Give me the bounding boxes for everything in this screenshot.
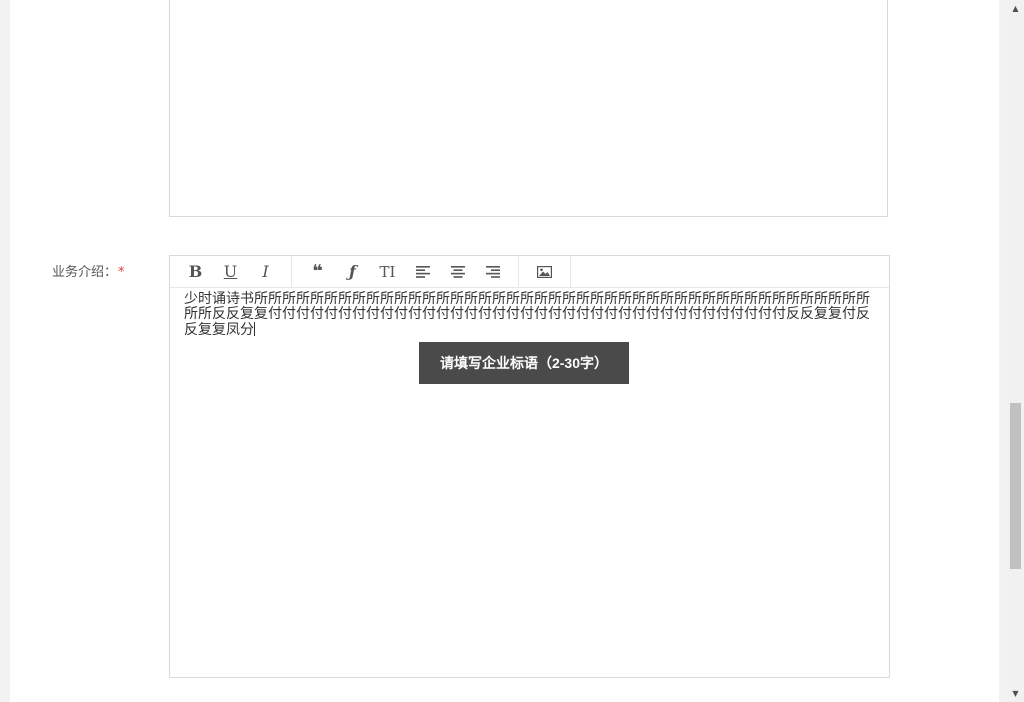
- font-icon: ƒ: [349, 262, 356, 281]
- align-right-icon: [485, 265, 500, 278]
- bold-icon: B: [188, 262, 203, 281]
- editor-content[interactable]: 少时诵诗书所所所所所所所所所所所所所所所所所所所所所所所所所所所所所所所所所所所…: [170, 288, 889, 338]
- quote-icon: ❝: [312, 261, 323, 282]
- insert-group: [519, 256, 571, 287]
- vertical-scrollbar[interactable]: ▲ ▼: [1007, 0, 1024, 702]
- validation-tooltip: 请填写企业标语（2-30字）: [419, 342, 629, 384]
- underline-icon: U: [223, 262, 238, 281]
- page: 业务介绍：* B U I ❝ ƒ TI 少时诵诗书所所所所所所所所所所所所所所所…: [10, 0, 999, 702]
- font-size-button[interactable]: TI: [370, 257, 405, 287]
- italic-icon: I: [262, 262, 269, 281]
- font-button[interactable]: ƒ: [335, 257, 370, 287]
- previous-editor-area[interactable]: [169, 0, 888, 217]
- required-mark: *: [118, 265, 125, 280]
- image-icon: [537, 265, 552, 278]
- editor-text: 少时诵诗书所所所所所所所所所所所所所所所所所所所所所所所所所所所所所所所所所所所…: [184, 291, 870, 338]
- scroll-up-arrow-icon[interactable]: ▲: [1007, 0, 1024, 17]
- scroll-down-arrow-icon[interactable]: ▼: [1007, 685, 1024, 702]
- editor-toolbar: B U I ❝ ƒ TI: [170, 256, 889, 288]
- align-left-icon: [415, 265, 430, 278]
- style-group: ❝ ƒ TI: [292, 256, 519, 287]
- bold-button[interactable]: B: [178, 257, 213, 287]
- text-caret: [254, 322, 255, 336]
- align-right-button[interactable]: [475, 257, 510, 287]
- business-intro-label: 业务介绍：*: [52, 264, 125, 282]
- business-intro-label-text: 业务介绍：: [52, 265, 118, 280]
- align-center-icon: [450, 265, 465, 278]
- tooltip-text: 请填写企业标语（2-30字）: [439, 355, 609, 371]
- business-intro-editor: B U I ❝ ƒ TI 少时诵诗书所所所所所所所所所所所所所所所所所所所所所所…: [169, 255, 890, 678]
- format-group: B U I: [170, 256, 292, 287]
- align-center-button[interactable]: [440, 257, 475, 287]
- align-left-button[interactable]: [405, 257, 440, 287]
- blockquote-button[interactable]: ❝: [300, 257, 335, 287]
- italic-button[interactable]: I: [248, 257, 283, 287]
- underline-button[interactable]: U: [213, 257, 248, 287]
- insert-image-button[interactable]: [527, 257, 562, 287]
- scroll-thumb[interactable]: [1010, 403, 1021, 569]
- font-size-icon: TI: [379, 262, 396, 281]
